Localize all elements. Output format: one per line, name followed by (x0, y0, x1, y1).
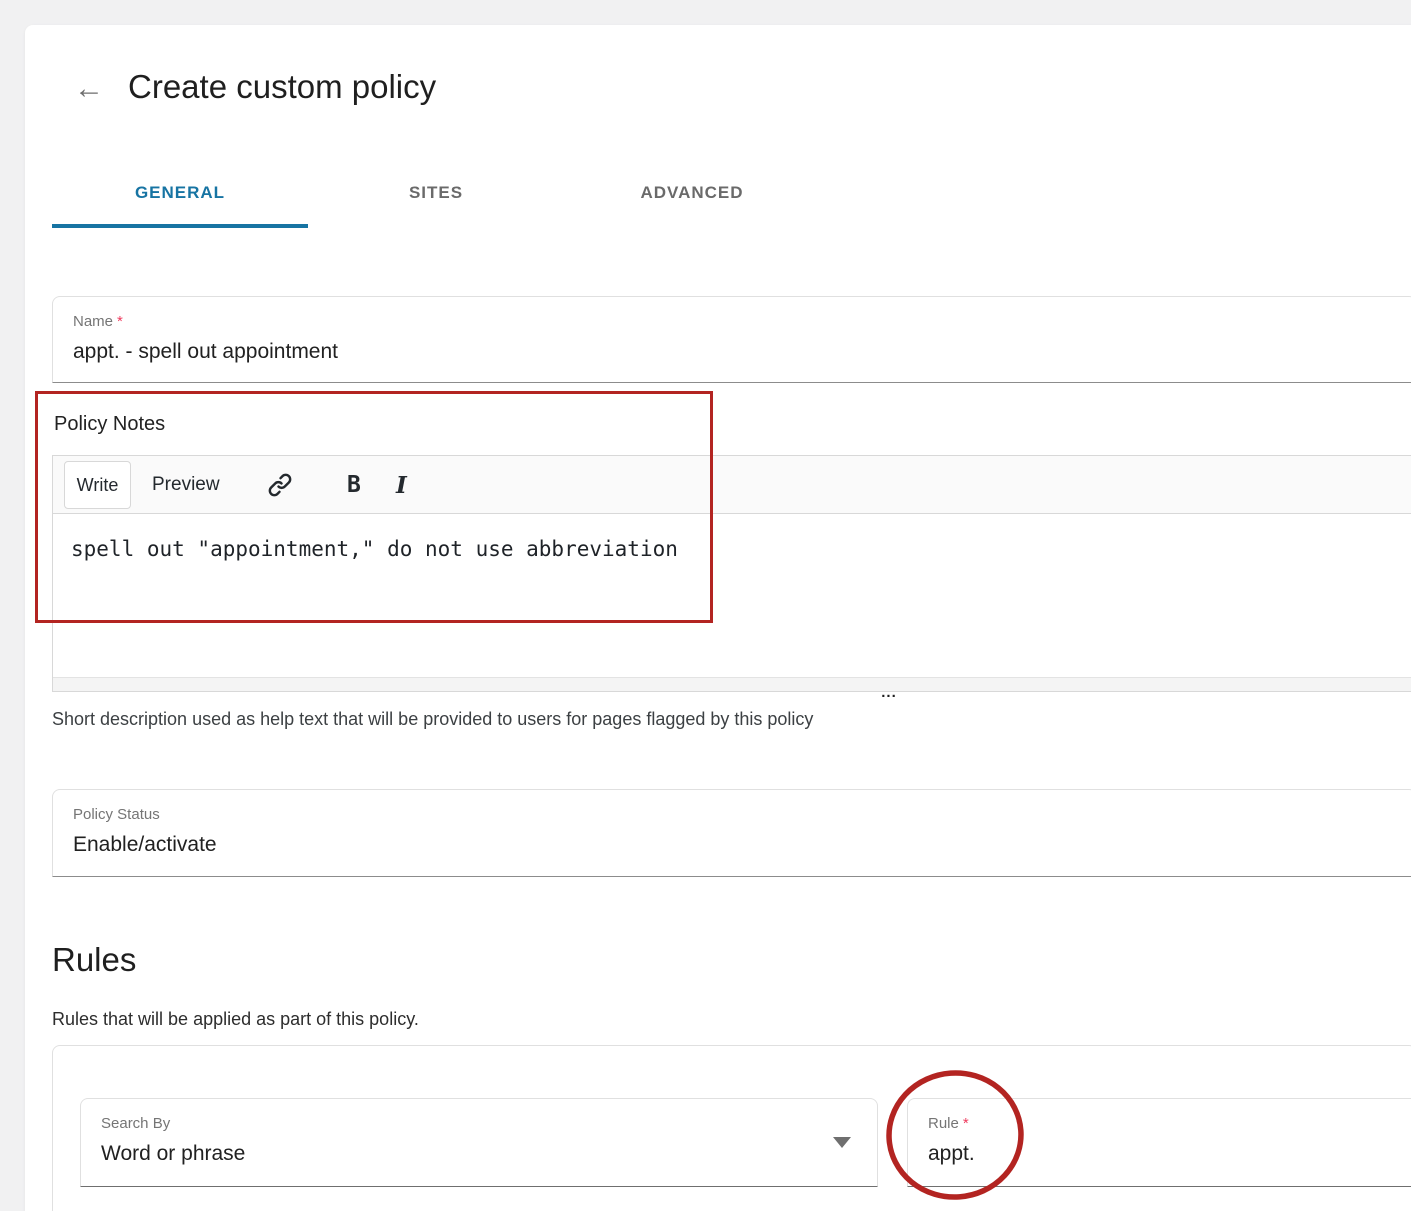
policy-status-label: Policy Status (73, 805, 1411, 825)
preview-tab-button[interactable]: Preview (150, 456, 222, 514)
italic-button[interactable]: I (396, 456, 407, 514)
tab-sites[interactable]: SITES (308, 162, 564, 228)
rule-value: appt. (928, 1141, 1411, 1167)
write-tab-button[interactable]: Write (64, 461, 131, 509)
resize-handle-icon[interactable]: ... (872, 686, 906, 700)
rules-description: Rules that will be applied as part of th… (52, 1007, 419, 1031)
policy-notes-help-text: Short description used as help text that… (52, 707, 813, 731)
bold-button[interactable]: B (347, 456, 361, 514)
tab-bar: GENERAL SITES ADVANCED (52, 162, 820, 228)
policy-notes-textarea[interactable]: spell out "appointment," do not use abbr… (53, 514, 1411, 677)
name-field[interactable]: Name* appt. - spell out appointment (52, 296, 1411, 383)
required-asterisk: * (117, 313, 123, 330)
policy-status-value: Enable/activate (73, 832, 1411, 858)
search-by-value: Word or phrase (101, 1141, 877, 1167)
link-icon (267, 472, 293, 498)
tab-general[interactable]: GENERAL (52, 162, 308, 228)
policy-notes-label: Policy Notes (54, 410, 165, 438)
editor-footer (53, 677, 1411, 691)
rule-label: Rule* (928, 1114, 1411, 1134)
tab-advanced[interactable]: ADVANCED (564, 162, 820, 228)
rule-field[interactable]: Rule* appt. (907, 1098, 1411, 1187)
search-by-label: Search By (101, 1114, 877, 1134)
insert-link-button[interactable] (267, 456, 293, 514)
create-custom-policy-page: ← Create custom policy GENERAL SITES ADV… (0, 0, 1411, 1211)
back-button[interactable]: ← (70, 70, 108, 108)
back-arrow-icon: ← (74, 72, 104, 106)
policy-status-field[interactable]: Policy Status Enable/activate (52, 789, 1411, 877)
editor-toolbar: Write Preview B I (53, 456, 1411, 514)
search-by-select[interactable]: Search By Word or phrase (80, 1098, 878, 1187)
page-title: Create custom policy (128, 66, 436, 108)
name-value: appt. - spell out appointment (73, 339, 1411, 365)
name-label: Name* (73, 312, 1411, 332)
policy-notes-editor: Write Preview B I spell out "appointment… (52, 455, 1411, 692)
required-asterisk: * (963, 1115, 969, 1132)
rules-heading: Rules (52, 938, 136, 982)
